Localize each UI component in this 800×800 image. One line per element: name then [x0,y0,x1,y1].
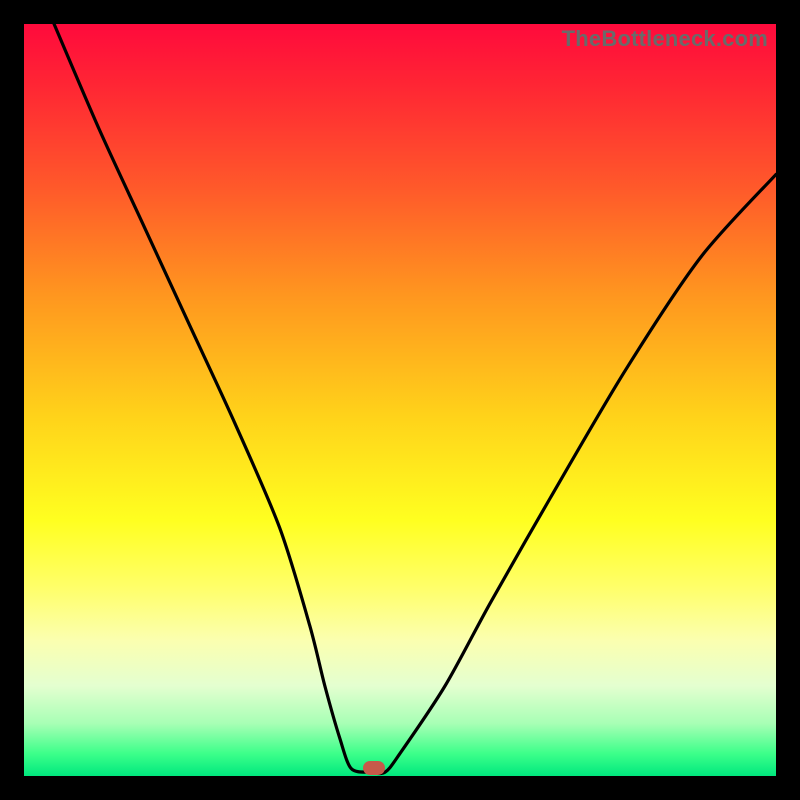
curve-path [54,24,776,774]
plot-area: TheBottleneck.com [24,24,776,776]
minimum-marker [363,761,385,775]
chart-frame: TheBottleneck.com [0,0,800,800]
curve-svg [24,24,776,776]
